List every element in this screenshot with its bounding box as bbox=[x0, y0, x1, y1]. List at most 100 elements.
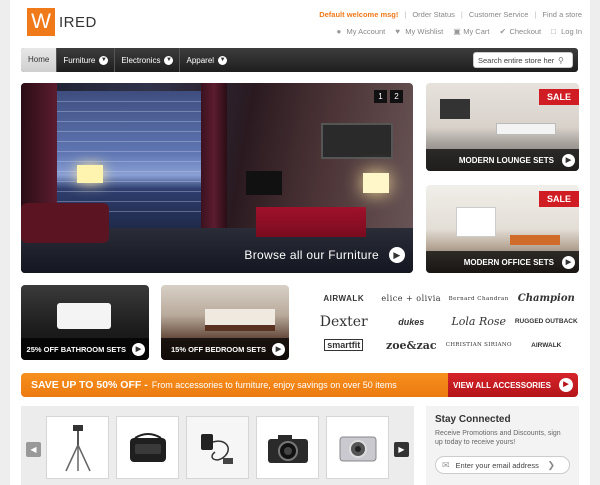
mail-icon: ✉ bbox=[442, 459, 450, 470]
carousel-prev-button[interactable]: ◀ bbox=[26, 442, 41, 457]
checkout-link[interactable]: ✔ Checkout bbox=[499, 27, 541, 36]
hero-page-2[interactable]: 2 bbox=[390, 90, 403, 103]
brand-logo[interactable]: RUGGED OUTBACK bbox=[515, 318, 578, 326]
bathroom-sets-promo[interactable]: 25% OFF BATHROOM SETS ▶ bbox=[21, 285, 149, 360]
camera-icon bbox=[267, 434, 308, 463]
logo-mark: W bbox=[27, 8, 55, 36]
my-account-link[interactable]: ● My Account bbox=[337, 27, 386, 36]
welcome-message: Default welcome msg! bbox=[319, 10, 399, 19]
office-shelf-image bbox=[456, 207, 496, 237]
brand-logo[interactable]: Dexter bbox=[320, 314, 368, 330]
bedroom-label-text: 15% OFF BEDROOM SETS bbox=[170, 344, 266, 354]
modern-office-sets-banner[interactable]: SALE MODERN OFFICE SETS ▶ bbox=[426, 185, 579, 273]
lock-icon: □ bbox=[551, 27, 556, 36]
order-status-link[interactable]: Order Status bbox=[412, 10, 455, 19]
newsletter-form: ✉ ❯ bbox=[435, 456, 570, 474]
hero-sofa bbox=[21, 203, 109, 243]
login-link[interactable]: □ Log In bbox=[551, 27, 582, 36]
promo-banner: SAVE UP TO 50% OFF - From accessories to… bbox=[21, 373, 578, 397]
product-thumb-compact-camera[interactable] bbox=[326, 416, 389, 479]
arrow-right-icon: ▶ bbox=[562, 153, 575, 167]
nav-apparel[interactable]: Apparel ▼ bbox=[179, 48, 233, 72]
camera-icon bbox=[339, 436, 376, 461]
logo[interactable]: W IRED bbox=[27, 8, 97, 36]
stay-connected-text: Receive Promotions and Discounts, sign u… bbox=[435, 430, 561, 447]
my-account-label: My Account bbox=[346, 27, 386, 36]
cart-icon: ▣ bbox=[453, 27, 461, 36]
bathroom-label: 25% OFF BATHROOM SETS ▶ bbox=[21, 338, 149, 360]
bathroom-image bbox=[57, 303, 111, 329]
product-thumb-tripod[interactable] bbox=[46, 416, 109, 479]
email-field[interactable] bbox=[455, 460, 546, 470]
logo-text: IRED bbox=[59, 13, 97, 31]
modern-lounge-sets-banner[interactable]: SALE MODERN LOUNGE SETS ▶ bbox=[426, 83, 579, 171]
checkout-label: Checkout bbox=[509, 27, 542, 36]
product-thumb-camera-bag[interactable] bbox=[116, 416, 179, 479]
office-label-text: MODERN OFFICE SETS bbox=[463, 257, 554, 267]
brand-logo[interactable]: Bernard Chandran bbox=[449, 296, 509, 302]
sale-badge: SALE bbox=[538, 191, 579, 207]
nav-apparel-label: Apparel bbox=[186, 55, 215, 65]
chevron-down-icon: ▼ bbox=[218, 55, 228, 65]
bedroom-image bbox=[205, 309, 275, 331]
office-desk-image bbox=[510, 235, 560, 245]
promo-banner-text: SAVE UP TO 50% OFF - From accessories to… bbox=[21, 373, 448, 397]
brand-logo[interactable]: zoe&zac bbox=[386, 339, 437, 352]
brand-logo[interactable]: AIRWALK bbox=[531, 342, 561, 349]
brand-logo[interactable]: elice + olivia bbox=[381, 294, 441, 303]
brand-logo[interactable]: Champion bbox=[518, 293, 575, 304]
brand-logo[interactable]: smartfit bbox=[324, 339, 364, 352]
account-links: ● My Account ♥ My Wishlist ▣ My Cart ✔ Check… bbox=[327, 27, 583, 36]
hero-page-1[interactable]: 1 bbox=[374, 90, 387, 103]
arrow-right-icon: ▶ bbox=[389, 247, 405, 263]
search-box: ⚲ bbox=[473, 52, 573, 68]
separator: | bbox=[460, 10, 463, 19]
office-label: MODERN OFFICE SETS ▶ bbox=[426, 251, 579, 273]
my-wishlist-link[interactable]: ♥ My Wishlist bbox=[395, 27, 443, 36]
brand-logo[interactable]: Lola Rose bbox=[451, 315, 506, 328]
nav-electronics[interactable]: Electronics ▼ bbox=[114, 48, 179, 72]
brand-logo[interactable]: dukes bbox=[398, 317, 424, 327]
sale-badge: SALE bbox=[538, 89, 579, 105]
product-thumb-dslr-camera[interactable] bbox=[256, 416, 319, 479]
view-all-accessories-button[interactable]: VIEW ALL ACCESSORIES ▶ bbox=[448, 373, 578, 397]
user-icon: ● bbox=[336, 27, 342, 36]
hero-console bbox=[256, 207, 366, 237]
submit-arrow-icon[interactable]: ❯ bbox=[548, 460, 556, 471]
my-cart-link[interactable]: ▣ My Cart bbox=[453, 27, 489, 36]
lounge-tv-image bbox=[440, 99, 470, 119]
lounge-sofa-image bbox=[496, 123, 556, 135]
tripod-icon bbox=[64, 424, 91, 471]
promo-banner-subtext: From accessories to furniture, enjoy sav… bbox=[151, 380, 397, 390]
hero-lamp bbox=[77, 165, 103, 183]
hero-slider[interactable]: 1 2 Browse all our Furniture ▶ bbox=[21, 83, 413, 273]
search-icon[interactable]: ⚲ bbox=[558, 56, 564, 65]
view-all-accessories-label: VIEW ALL ACCESSORIES bbox=[453, 380, 551, 390]
nav-home[interactable]: Home bbox=[21, 48, 57, 72]
brand-logo[interactable]: CHRISTIAN SIRIANO bbox=[446, 342, 512, 348]
promo-banner-headline: SAVE UP TO 50% OFF - bbox=[31, 379, 148, 391]
customer-service-link[interactable]: Customer Service bbox=[469, 10, 529, 19]
bathroom-label-text: 25% OFF BATHROOM SETS bbox=[26, 344, 126, 354]
lounge-label: MODERN LOUNGE SETS ▶ bbox=[426, 149, 579, 171]
carousel-next-button[interactable]: ▶ bbox=[394, 442, 409, 457]
bedroom-label: 15% OFF BEDROOM SETS ▶ bbox=[161, 338, 289, 360]
find-store-link[interactable]: Find a store bbox=[542, 10, 582, 19]
arrow-right-icon: ▶ bbox=[272, 342, 285, 356]
main-nav: Home Furniture▼ Electronics▼ Apparel▼ ⚲ bbox=[21, 48, 578, 72]
nav-electronics-label: Electronics bbox=[121, 55, 161, 65]
hero-cta[interactable]: Browse all our Furniture ▶ bbox=[244, 243, 413, 267]
separator: | bbox=[404, 10, 407, 19]
nav-furniture[interactable]: Furniture ▼ bbox=[56, 48, 114, 72]
charger-icon bbox=[200, 433, 233, 464]
stay-connected: Stay Connected Receive Promotions and Di… bbox=[426, 406, 579, 485]
arrow-right-icon: ▶ bbox=[132, 342, 145, 356]
bedroom-sets-promo[interactable]: 15% OFF BEDROOM SETS ▶ bbox=[161, 285, 289, 360]
arrow-right-icon: ▶ bbox=[562, 255, 575, 269]
product-thumb-charger[interactable] bbox=[186, 416, 249, 479]
chevron-down-icon: ▼ bbox=[164, 55, 174, 65]
hero-tv bbox=[246, 171, 282, 195]
nav-furniture-label: Furniture bbox=[63, 55, 96, 65]
search-input[interactable] bbox=[474, 55, 558, 65]
brand-logo[interactable]: AIRWALK bbox=[323, 294, 364, 303]
